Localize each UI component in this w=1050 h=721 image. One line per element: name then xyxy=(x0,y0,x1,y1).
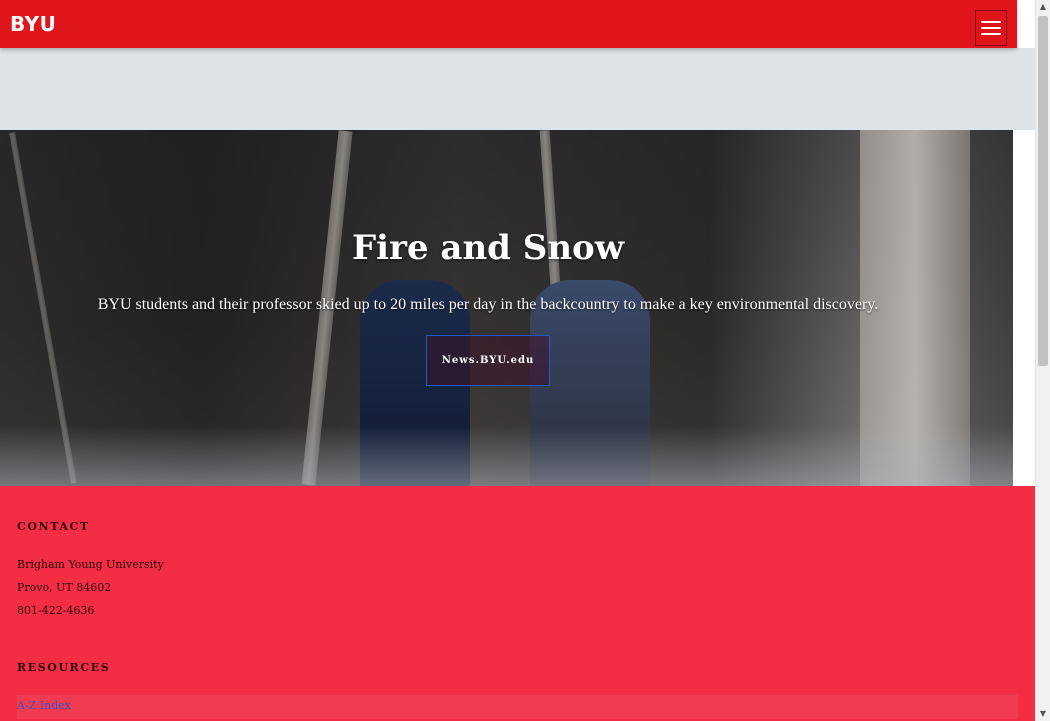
hero-banner: Fire and Snow BYU students and their pro… xyxy=(0,130,1013,486)
scrollbar-thumb[interactable] xyxy=(1038,16,1048,366)
hero-subtitle: BYU students and their professor skied u… xyxy=(97,296,879,313)
byu-logo[interactable]: BYU xyxy=(10,12,56,36)
hamburger-menu-icon xyxy=(981,33,1001,35)
page: BYU Fire and Snow BYU students and their… xyxy=(0,0,1050,721)
resources-heading: RESOURCES xyxy=(17,661,111,674)
contact-line-address: Provo, UT 84602 xyxy=(17,581,112,594)
hero-title: Fire and Snow xyxy=(351,228,625,268)
a-z-index-link[interactable]: A-Z Index xyxy=(17,699,71,712)
scroll-down-arrow-icon[interactable]: ▼ xyxy=(1036,707,1050,721)
hamburger-menu-icon xyxy=(981,27,1001,29)
contact-line-phone[interactable]: 801-422-4636 xyxy=(17,604,94,618)
header-spacer-band xyxy=(0,48,1035,130)
site-header: BYU xyxy=(0,0,1017,48)
hamburger-menu-icon xyxy=(981,21,1001,23)
hero-photo-snow xyxy=(0,426,1013,486)
news-byu-button[interactable]: News.BYU.edu xyxy=(426,335,550,386)
scroll-up-arrow-icon[interactable]: ▲ xyxy=(1036,0,1050,14)
site-footer: CONTACT Brigham Young University Provo, … xyxy=(0,486,1035,721)
contact-line-name: Brigham Young University xyxy=(17,558,164,571)
resources-link-row: A-Z Index xyxy=(17,694,1018,719)
contact-heading: CONTACT xyxy=(17,520,90,533)
vertical-scrollbar[interactable]: ▲ ▼ xyxy=(1035,0,1050,721)
hamburger-menu-button[interactable] xyxy=(975,10,1007,46)
